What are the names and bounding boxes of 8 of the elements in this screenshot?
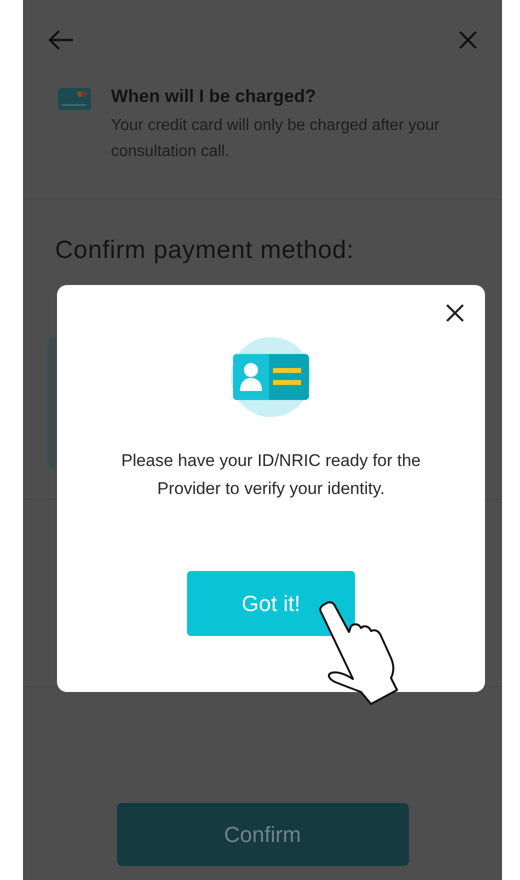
credit-card-icon (58, 88, 91, 110)
info-title: When will I be charged? (111, 86, 318, 107)
modal-message: Please have your ID/NRIC ready for the Provider to verify your identity. (121, 450, 421, 500)
close-icon (458, 30, 478, 50)
id-card-icon (231, 337, 311, 417)
back-arrow-icon (47, 29, 75, 51)
section-title: Confirm payment method: (54, 235, 356, 266)
close-icon (445, 303, 465, 323)
